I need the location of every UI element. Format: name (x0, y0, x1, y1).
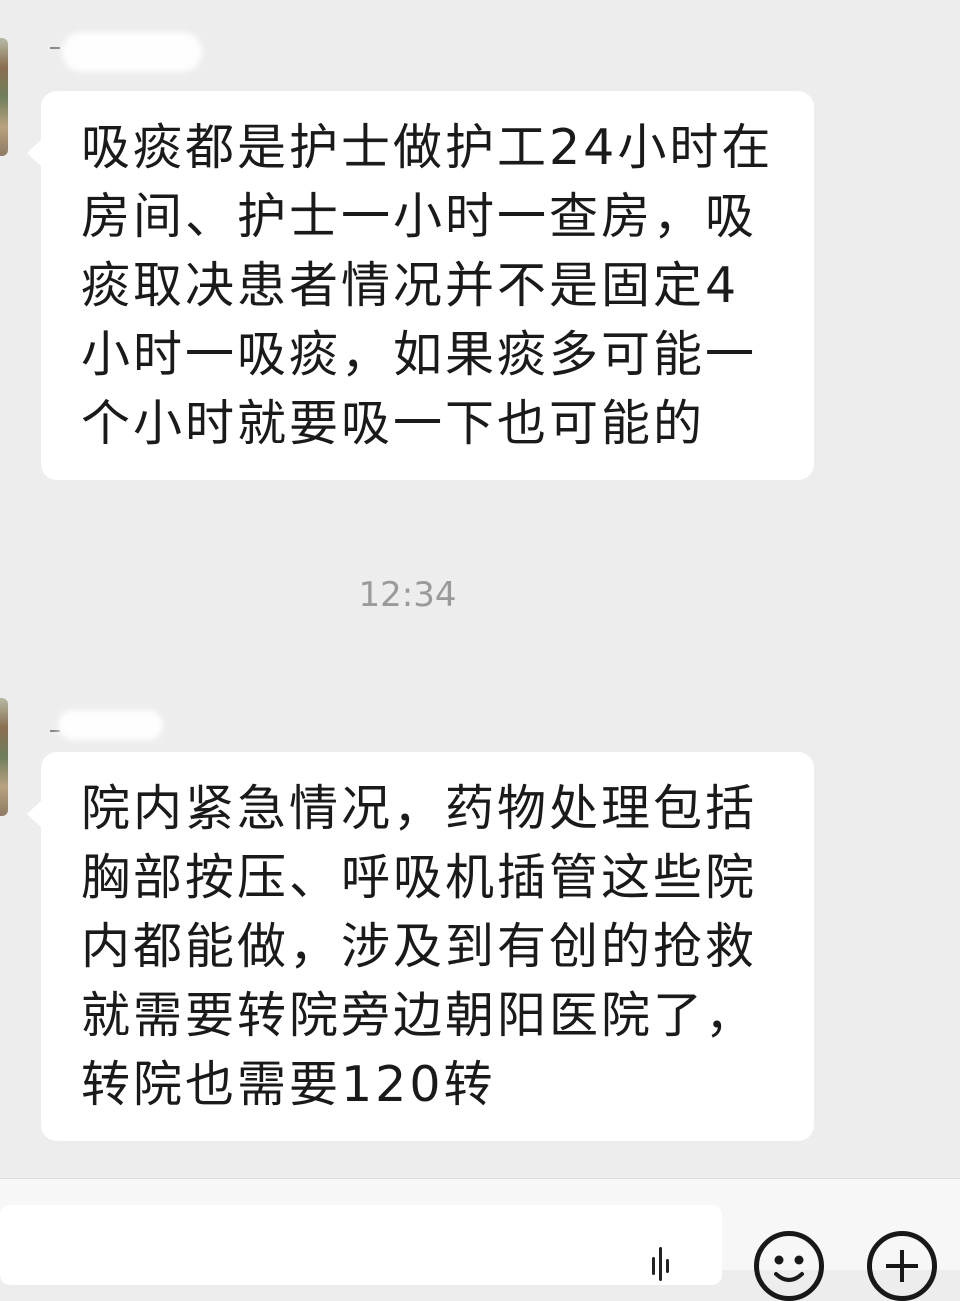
chat-area: 吸痰都是护士做护工24小时在房间、护士一小时一查房，吸痰取决患者情况并不是固定4… (0, 0, 960, 1178)
input-bar (0, 1178, 960, 1301)
sender-name-redacted (58, 710, 163, 740)
message-text: 院内紧急情况，药物处理包括胸部按压、呼吸机插管这些院内都能做，涉及到有创的抢救就… (81, 780, 758, 1113)
message-timestamp: 12:34 (358, 575, 457, 615)
emoji-icon (774, 1255, 804, 1282)
message-text: 吸痰都是护士做护工24小时在房间、护士一小时一查房，吸痰取决患者情况并不是固定4… (81, 119, 774, 452)
message-bubble[interactable]: 吸痰都是护士做护工24小时在房间、护士一小时一查房，吸痰取决患者情况并不是固定4… (27, 91, 814, 480)
more-button[interactable] (867, 1231, 937, 1301)
message-bubble[interactable]: 院内紧急情况，药物处理包括胸部按压、呼吸机插管这些院内都能做，涉及到有创的抢救就… (27, 752, 814, 1141)
sender-name-redacted (62, 32, 202, 72)
sender-name-mark (50, 47, 60, 49)
voice-wave-icon[interactable] (650, 1241, 670, 1281)
contact-avatar[interactable] (0, 38, 8, 156)
message-input[interactable] (0, 1205, 722, 1285)
contact-avatar[interactable] (0, 698, 8, 816)
emoji-button[interactable] (754, 1231, 824, 1301)
plus-icon (886, 1250, 918, 1282)
